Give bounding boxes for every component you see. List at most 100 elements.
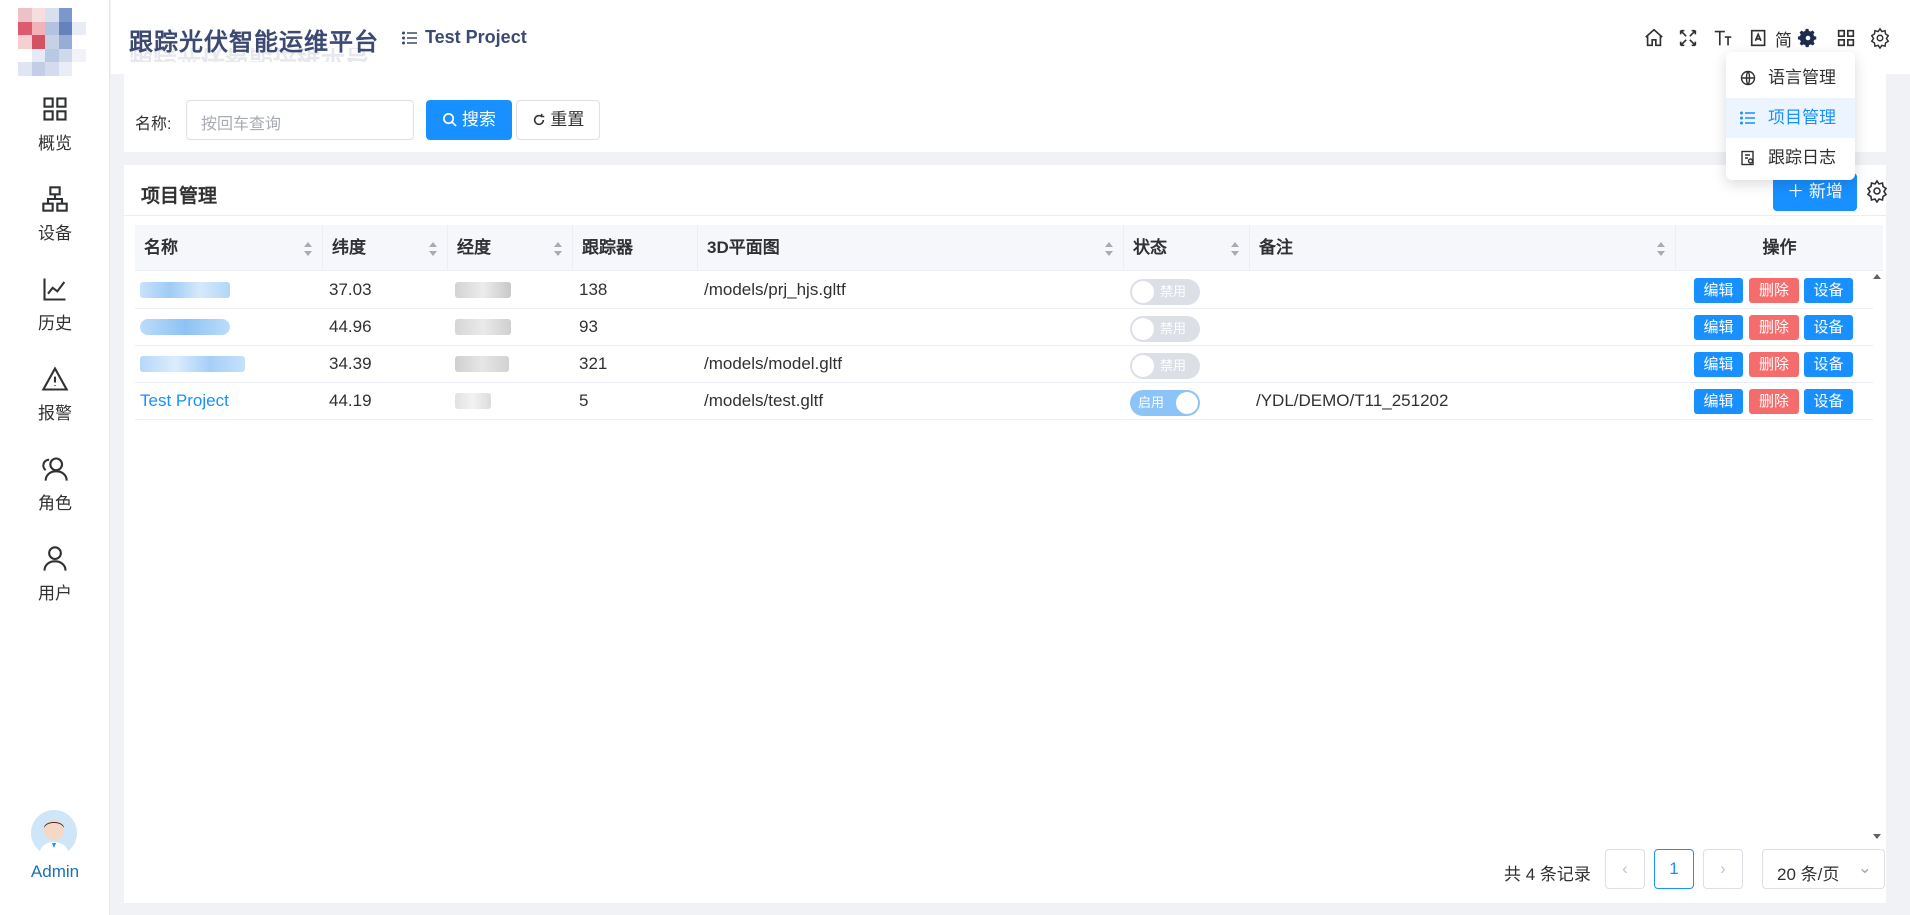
delete-button[interactable]: 删除 (1749, 315, 1799, 340)
list-icon (402, 31, 417, 45)
devices-button[interactable]: 设备 (1804, 352, 1853, 377)
search-input[interactable]: 按回车查询 (186, 100, 414, 140)
cell-trackers: 138 (579, 280, 608, 299)
status-toggle[interactable]: 禁用 (1130, 279, 1200, 305)
status-toggle[interactable]: 禁用 (1130, 316, 1200, 342)
sidebar-item-overview[interactable]: 概览 (0, 95, 110, 165)
scroll-up-arrow[interactable] (1873, 274, 1881, 279)
blurred-longitude (455, 393, 491, 409)
sidebar-item-history[interactable]: 历史 (0, 275, 110, 345)
sort-icon[interactable] (554, 242, 562, 256)
menu-item-language[interactable]: 语言管理 (1726, 58, 1855, 98)
menu-item-label: 项目管理 (1768, 108, 1836, 127)
plus-icon: ＋ (1787, 182, 1805, 201)
search-icon (443, 113, 457, 127)
device-tree-icon (42, 186, 68, 212)
list-icon (1740, 111, 1755, 125)
edit-button[interactable]: 编辑 (1694, 315, 1743, 340)
name-label: 名称: (135, 116, 172, 133)
col-status[interactable]: 状态 (1124, 225, 1250, 271)
sort-icon[interactable] (1657, 242, 1665, 256)
devices-button[interactable]: 设备 (1804, 315, 1853, 340)
page-number[interactable]: 1 (1654, 849, 1694, 889)
total-records: 共 4 条记录 (1504, 865, 1591, 884)
menu-item-projects[interactable]: 项目管理 (1726, 98, 1855, 138)
column-label: 经度 (457, 238, 491, 257)
table-row[interactable]: 44.96 93 禁用 编辑 删除 设备 (135, 309, 1873, 346)
sort-icon[interactable] (1231, 242, 1239, 256)
table-row[interactable]: 34.39 321 /models/model.gltf 禁用 编辑 删除 设备 (135, 346, 1873, 383)
panel-title: 项目管理 (141, 186, 218, 207)
prev-page-button[interactable]: ‹ (1605, 849, 1645, 889)
search-button[interactable]: 搜索 (426, 100, 512, 140)
home-icon[interactable] (1643, 27, 1665, 49)
sidebar-item-label: 报警 (38, 404, 72, 423)
status-text: 禁用 (1160, 321, 1187, 336)
blurred-longitude (455, 356, 509, 372)
settings-icon[interactable] (1797, 27, 1819, 49)
search-panel: 名称: 按回车查询 搜索 重置 (124, 74, 1886, 152)
col-name[interactable]: 名称 (135, 225, 323, 271)
globe-icon (1740, 70, 1756, 86)
devices-button[interactable]: 设备 (1804, 278, 1853, 303)
sidebar: 概览 设备 历史 报警 角色 用户 Admin (0, 0, 110, 915)
blurred-name (140, 319, 230, 335)
delete-button[interactable]: 删除 (1749, 352, 1799, 377)
font-size-icon[interactable] (1712, 27, 1734, 49)
sidebar-item-alarms[interactable]: 报警 (0, 365, 110, 435)
sidebar-item-label: 设备 (38, 224, 72, 243)
cell-note: /YDL/DEMO/T11_251202 (1256, 391, 1449, 410)
reset-button[interactable]: 重置 (516, 100, 600, 140)
language-label[interactable]: 简 (1775, 26, 1792, 51)
gear-icon[interactable] (1869, 27, 1891, 49)
translate-icon[interactable] (1749, 27, 1771, 49)
blurred-name (140, 356, 245, 372)
top-header: 跟踪光伏智能运维平台 跟踪光伏智能运维平台 Test Project (111, 0, 1910, 74)
status-toggle[interactable]: 禁用 (1130, 353, 1200, 379)
status-text: 启用 (1138, 395, 1165, 410)
fullscreen-icon[interactable] (1677, 27, 1699, 49)
table-row[interactable]: 37.03 138 /models/prj_hjs.gltf 禁用 编辑 删除 … (135, 272, 1873, 309)
edit-button[interactable]: 编辑 (1694, 352, 1743, 377)
next-page-button[interactable]: › (1703, 849, 1743, 889)
column-settings-icon[interactable] (1865, 179, 1889, 203)
scroll-down-arrow[interactable] (1873, 834, 1881, 839)
app-title-reflection: 跟踪光伏智能运维平台 (129, 48, 369, 62)
table-panel: 项目管理 ＋ 新增 名称 纬度 经度 跟踪器 3D平面图 状态 备注 操作 37… (124, 165, 1889, 903)
cell-latitude: 34.39 (329, 354, 372, 373)
cell-latitude: 44.96 (329, 317, 372, 336)
col-longitude[interactable]: 经度 (448, 225, 573, 271)
blurred-longitude (455, 282, 511, 298)
grid-icon (43, 97, 67, 121)
user-name: Admin (30, 862, 80, 881)
col-3d-model[interactable]: 3D平面图 (698, 225, 1124, 271)
roles-icon (42, 457, 68, 481)
cell-name-link[interactable]: Test Project (140, 383, 229, 419)
sort-icon[interactable] (1105, 242, 1113, 256)
edit-button[interactable]: 编辑 (1694, 278, 1743, 303)
app-logo (18, 8, 86, 76)
devices-button[interactable]: 设备 (1804, 389, 1853, 414)
col-note[interactable]: 备注 (1250, 225, 1676, 271)
apps-grid-icon[interactable] (1835, 27, 1857, 49)
menu-item-label: 语言管理 (1768, 68, 1836, 87)
sort-icon[interactable] (304, 242, 312, 256)
delete-button[interactable]: 删除 (1749, 278, 1799, 303)
warning-icon (41, 366, 69, 391)
reset-button-label: 重置 (550, 110, 585, 129)
sidebar-item-devices[interactable]: 设备 (0, 185, 110, 255)
edit-button[interactable]: 编辑 (1694, 389, 1743, 414)
menu-item-tracking-log[interactable]: 跟踪日志 (1726, 138, 1855, 178)
page-size-select[interactable]: 20 条/页 ⌄ (1762, 849, 1885, 889)
delete-button[interactable]: 删除 (1749, 389, 1799, 414)
sort-icon[interactable] (429, 242, 437, 256)
sidebar-item-users[interactable]: 用户 (0, 545, 110, 615)
avatar[interactable] (31, 810, 77, 856)
sidebar-item-roles[interactable]: 角色 (0, 455, 110, 525)
cell-trackers: 5 (579, 391, 589, 410)
col-trackers: 跟踪器 (573, 225, 698, 271)
status-toggle[interactable]: 启用 (1130, 390, 1200, 416)
current-project[interactable]: Test Project (425, 27, 527, 48)
table-row[interactable]: Test Project 44.19 5 /models/test.gltf 启… (135, 383, 1873, 420)
col-latitude[interactable]: 纬度 (323, 225, 448, 271)
